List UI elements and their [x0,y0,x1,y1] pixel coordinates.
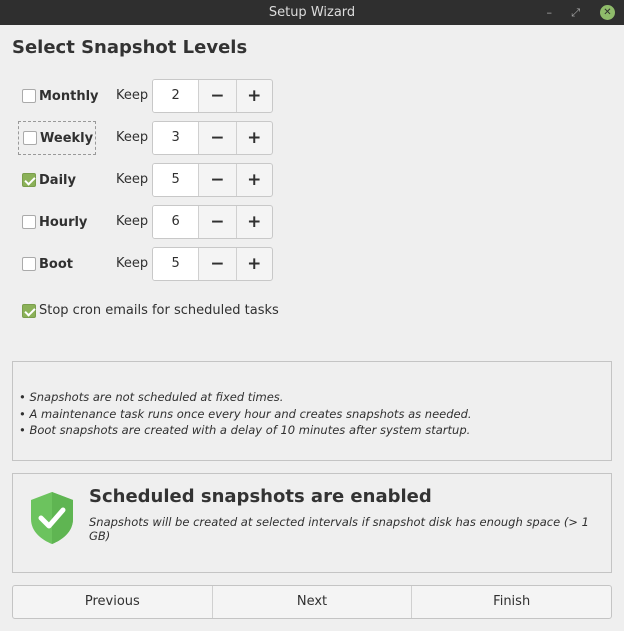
checkbox-icon[interactable] [22,173,36,187]
daily-keep-spinner: 5− + [152,163,273,197]
status-subtitle: Snapshots will be created at selected in… [89,515,589,543]
window-title: Setup Wizard [268,5,356,20]
keep-value-input[interactable]: 5 [153,248,200,280]
weekly-keep-spinner: 3− + [152,121,273,155]
level-label: Weekly [40,130,94,146]
decrement-button[interactable]: − [199,122,235,154]
level-label: Monthly [39,88,99,104]
next-button[interactable]: Next [211,586,412,618]
keep-label: Keep [116,256,149,271]
monthly-keep-spinner: 2− + [152,79,273,113]
hourly-checkbox[interactable]: Hourly [18,205,96,239]
level-row-weekly: Weekly Keep 3− + [18,121,278,155]
keep-label: Keep [116,130,149,145]
level-row-daily: Daily Keep 5− + [18,163,278,197]
title-bar: Setup Wizard – ⤢ ✕ [0,0,624,25]
keep-label: Keep [116,88,149,103]
wizard-nav: Previous Next Finish [12,585,612,619]
checkbox-icon[interactable] [22,89,36,103]
checkbox-icon[interactable] [22,215,36,229]
decrement-button[interactable]: − [199,248,235,280]
page-title: Select Snapshot Levels [12,37,248,58]
stop-cron-emails-checkbox[interactable]: Stop cron emails for scheduled tasks [22,303,279,318]
shield-check-icon [31,492,73,544]
level-row-hourly: Hourly Keep 6− + [18,205,278,239]
keep-value-input[interactable]: 6 [153,206,200,238]
keep-label: Keep [116,172,149,187]
level-label: Daily [39,172,76,188]
cron-label: Stop cron emails for scheduled tasks [39,303,279,318]
boot-keep-spinner: 5− + [152,247,273,281]
monthly-checkbox[interactable]: Monthly [18,79,99,113]
keep-value-input[interactable]: 3 [153,122,200,154]
keep-label: Keep [116,214,149,229]
checkbox-icon[interactable] [22,257,36,271]
increment-button[interactable]: + [235,248,272,280]
maximize-button[interactable]: ⤢ [571,0,580,25]
status-title: Scheduled snapshots are enabled [89,486,432,507]
level-label: Hourly [39,214,88,230]
decrement-button[interactable]: − [199,206,235,238]
increment-button[interactable]: + [235,80,272,112]
keep-value-input[interactable]: 5 [153,164,200,196]
weekly-checkbox[interactable]: Weekly [18,121,96,155]
info-line: • Snapshots are not scheduled at fixed t… [19,390,284,404]
increment-button[interactable]: + [235,206,272,238]
minimize-button[interactable]: – [547,0,553,25]
decrement-button[interactable]: − [199,80,235,112]
close-button[interactable]: ✕ [600,5,615,20]
daily-checkbox[interactable]: Daily [18,163,96,197]
level-label: Boot [39,256,73,272]
decrement-button[interactable]: − [199,164,235,196]
checkbox-icon[interactable] [22,303,36,318]
previous-button[interactable]: Previous [13,586,212,618]
info-panel: • Snapshots are not scheduled at fixed t… [12,361,612,461]
keep-value-input[interactable]: 2 [153,80,200,112]
boot-checkbox[interactable]: Boot [18,247,96,281]
finish-button[interactable]: Finish [411,586,611,618]
status-panel: Scheduled snapshots are enabled Snapshot… [12,473,612,573]
level-row-boot: Boot Keep 5− + [18,247,278,281]
increment-button[interactable]: + [235,164,272,196]
checkbox-icon[interactable] [23,131,37,145]
info-line: • A maintenance task runs once every hou… [19,406,472,421]
increment-button[interactable]: + [235,122,272,154]
hourly-keep-spinner: 6− + [152,205,273,239]
level-row-monthly: Monthly Keep 2− + [18,79,278,113]
info-line: • Boot snapshots are created with a dela… [19,423,471,437]
